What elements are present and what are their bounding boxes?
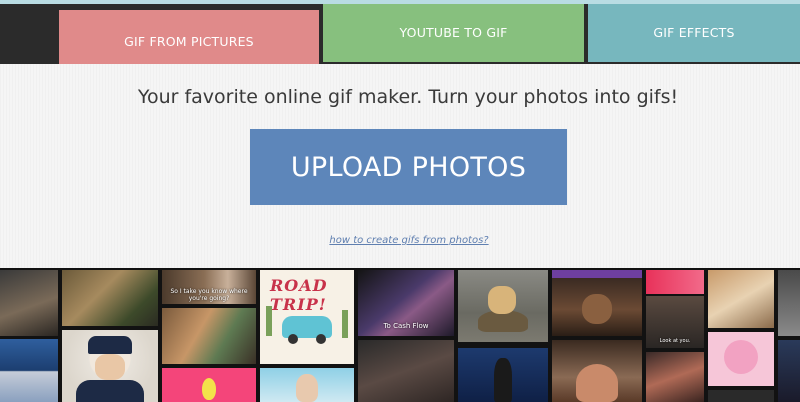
gallery-thumbnail[interactable]: Look at you. [646,296,704,348]
upload-photos-button[interactable]: UPLOAD PHOTOS [250,129,567,205]
gallery-thumbnail[interactable] [458,348,548,402]
gallery-thumbnail[interactable] [778,340,800,402]
gallery-thumbnail[interactable] [0,339,58,402]
gallery-thumbnail[interactable] [552,340,642,402]
gallery-thumbnail[interactable] [646,352,704,402]
tab-gif-from-pictures[interactable]: GIF FROM PICTURES [59,10,319,71]
gallery-thumbnail[interactable] [162,308,256,364]
wheel-icon [288,334,298,344]
face-icon [296,374,318,402]
gallery-thumbnail[interactable] [552,270,642,336]
cactus-icon [266,306,272,336]
gallery-thumbnail[interactable] [62,270,158,326]
gallery-thumbnail[interactable] [708,390,774,402]
gallery-thumbnail[interactable] [358,340,454,402]
gallery-thumbnail[interactable] [708,332,774,386]
gallery-thumbnail[interactable] [260,368,354,402]
gallery-thumbnail[interactable] [0,270,58,336]
wheel-icon [316,334,326,344]
dog-icon [488,286,516,314]
gallery-thumbnail[interactable] [62,330,158,402]
person-icon [494,358,512,402]
tab-label: GIF EFFECTS [653,24,735,40]
cap-icon [88,336,132,354]
how-to-link[interactable]: how to create gifs from photos? [0,235,800,246]
cactus-icon [342,310,348,338]
pokemon-icon [724,340,758,374]
tagline: Your favorite online gif maker. Turn you… [137,86,679,108]
gif-gallery: So I take you know where you're going? R… [0,268,800,402]
gallery-thumbnail[interactable]: So I take you know where you're going? [162,270,256,304]
gallery-thumbnail[interactable] [458,270,548,342]
head-icon [576,364,618,402]
tab-youtube-to-gif[interactable]: YOUTUBE TO GIF [323,4,584,62]
uniform-icon [76,380,144,402]
thumbnail-caption: To Cash Flow [383,322,429,330]
thumbnail-caption: So I take you know where you're going? [170,288,248,302]
tab-gif-effects[interactable]: GIF EFFECTS [588,4,800,62]
gallery-thumbnail[interactable] [778,270,800,336]
gallery-thumbnail[interactable] [646,270,704,294]
thumbnail-caption: ROAD TRIP! [270,276,328,314]
gallery-thumbnail[interactable] [162,368,256,402]
gallery-thumbnail[interactable] [708,270,774,328]
face-icon [95,354,125,380]
gallery-thumbnail[interactable]: ROAD TRIP! [260,270,354,364]
thumbnail-caption: Look at you. [659,338,691,344]
tab-label: GIF FROM PICTURES [124,34,254,49]
tab-label: YOUTUBE TO GIF [399,24,508,40]
gallery-thumbnail[interactable]: To Cash Flow [358,270,454,336]
puppet-icon [582,294,612,324]
pear-icon [202,378,216,400]
